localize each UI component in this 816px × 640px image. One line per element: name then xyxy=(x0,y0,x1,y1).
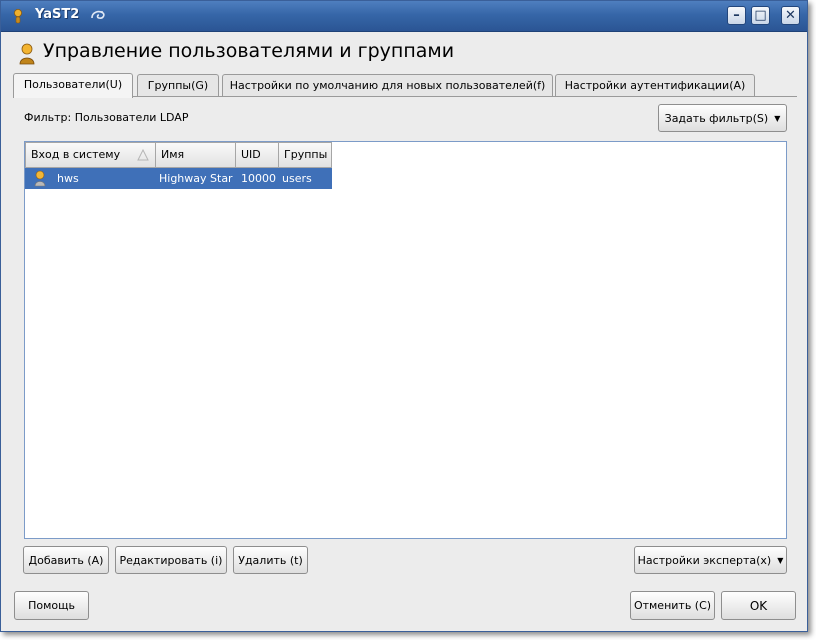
user-icon xyxy=(34,170,46,187)
cell-name: Highway Star xyxy=(159,172,233,185)
user-icon xyxy=(19,43,35,65)
column-uid[interactable]: UID xyxy=(235,142,279,168)
tab-users[interactable]: Пользователи(U) xyxy=(13,73,133,98)
add-button[interactable]: Добавить (A) xyxy=(23,546,109,574)
yast-window: YaST2 – □ ✕ Управление пользователями и … xyxy=(0,0,808,632)
cell-groups: users xyxy=(282,172,312,185)
cell-login: hws xyxy=(57,172,79,185)
title-bar[interactable]: YaST2 – □ ✕ xyxy=(1,1,807,32)
window-title: YaST2 xyxy=(35,7,80,22)
ok-button[interactable]: OK xyxy=(721,591,796,620)
tab-authentication[interactable]: Настройки аутентификации(A) xyxy=(555,74,755,96)
cancel-button[interactable]: Отменить (C) xyxy=(630,591,715,620)
filter-label: Фильтр: Пользователи LDAP xyxy=(24,111,189,124)
column-name[interactable]: Имя xyxy=(155,142,236,168)
dropdown-arrow-icon: ▼ xyxy=(774,113,781,123)
help-button[interactable]: Помощь xyxy=(14,591,89,620)
page-title: Управление пользователями и группами xyxy=(43,40,455,62)
users-table[interactable]: Вход в систему Имя UID Группы hws Highwa… xyxy=(24,141,787,539)
table-row[interactable]: hws Highway Star 10000 users xyxy=(25,168,332,189)
set-filter-button[interactable]: Задать фильтр(S) ▼ xyxy=(658,104,787,132)
delete-button[interactable]: Удалить (t) xyxy=(233,546,308,574)
cell-uid: 10000 xyxy=(241,172,276,185)
close-button[interactable]: ✕ xyxy=(781,6,800,25)
maximize-button[interactable]: □ xyxy=(751,6,770,25)
sort-ascending-icon xyxy=(137,149,149,161)
user-icon xyxy=(14,9,22,24)
tab-groups[interactable]: Группы(G) xyxy=(137,74,219,96)
column-login[interactable]: Вход в систему xyxy=(25,142,156,168)
minimize-button[interactable]: – xyxy=(727,6,746,25)
column-groups[interactable]: Группы xyxy=(278,142,332,168)
column-login-label: Вход в систему xyxy=(31,148,121,161)
edit-button[interactable]: Редактировать (i) xyxy=(115,546,227,574)
suse-logo-icon xyxy=(91,10,105,19)
set-filter-label: Задать фильтр(S) xyxy=(664,111,769,125)
expert-settings-label: Настройки эксперта(x) xyxy=(637,553,772,567)
dropdown-arrow-icon: ▼ xyxy=(777,555,784,565)
tab-new-user-defaults[interactable]: Настройки по умолчанию для новых пользов… xyxy=(222,74,553,96)
expert-settings-button[interactable]: Настройки эксперта(x) ▼ xyxy=(634,546,787,574)
